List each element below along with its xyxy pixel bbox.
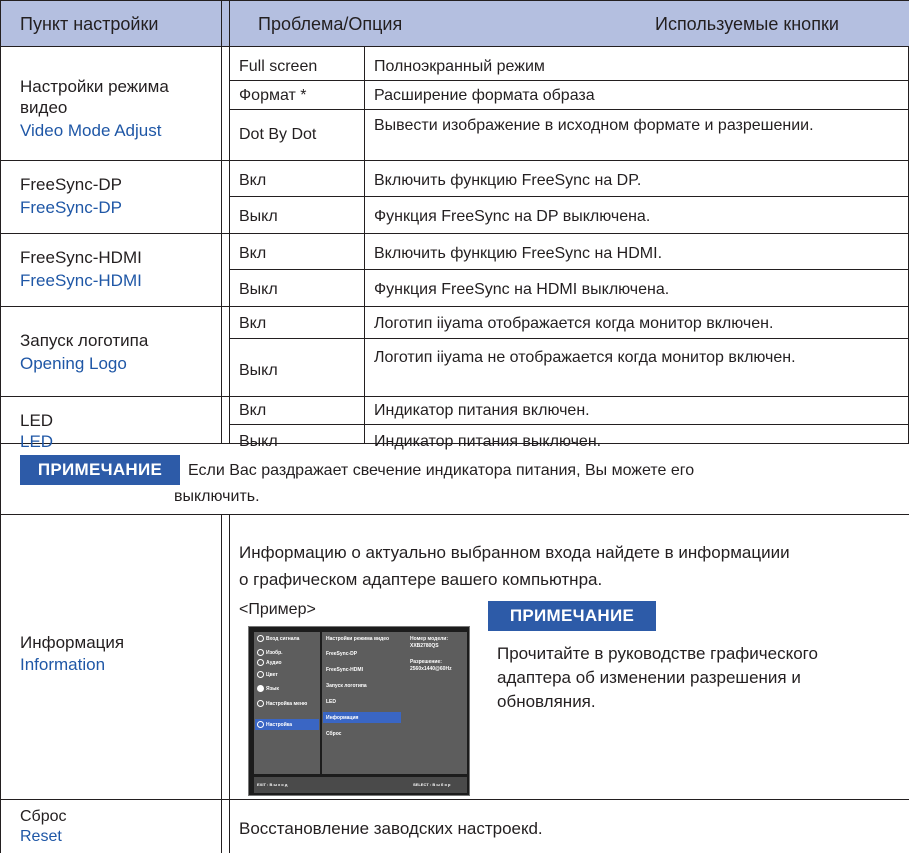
video-mode-title-en: Video Mode Adjust [20,121,162,140]
option-format: Формат * [239,87,307,104]
reset-title-ru: Сброс [20,808,67,825]
osd-resolution-value: 2560x1440@60Hz [410,666,452,672]
osd-sub-video-mode: Настройки режима видео [326,636,390,642]
logo-title-en: Opening Logo [20,354,127,373]
freesync-dp-title-ru: FreeSync-DP [20,175,123,194]
osd-language-icon [257,685,264,692]
osd-menu-input: Вход сигнала [266,636,300,642]
option-full-screen: Full screen [239,58,318,75]
info-desc-line1: Информацию о актуально выбранном входа н… [239,543,790,562]
osd-sub-reset: Сброс [326,731,342,737]
osd-select-hint: SELECT : В ы б о р [413,782,451,787]
osd-menu-color: Цвет [266,672,278,678]
osd-menu-audio: Аудио [266,660,282,666]
note-text-line2: выключить. [174,488,260,505]
option-freesync-hdmi-off: Выкл [239,281,278,298]
osd-sub-led: LED [326,699,336,705]
desc-logo-on: Логотип iiyama отображается когда монито… [374,315,774,332]
video-mode-title-ru: Настройки режима видео [20,77,169,117]
option-freesync-dp-off: Выкл [239,208,278,225]
info-note-line2: адаптера об изменении разрешения и [497,668,801,687]
header-problem-option: Проблема/Опция [258,14,403,34]
desc-led-off: Индикатор питания выключен. [374,433,602,450]
example-label: <Пример> [239,601,316,618]
osd-picture-icon [257,649,264,656]
option-logo-off: Выкл [239,362,278,379]
desc-led-on: Индикатор питания включен. [374,402,590,419]
desc-full-screen: Полноэкранный режим [374,58,545,75]
option-freesync-hdmi-on: Вкл [239,245,267,262]
header-buttons-used: Используемые кнопки [655,14,839,34]
reset-title-en: Reset [20,828,62,845]
option-led-on: Вкл [239,402,267,419]
led-title-en: LED [20,432,54,451]
option-separator [364,47,365,443]
info-title-en: Information [20,655,106,674]
osd-audio-icon [257,659,264,666]
osd-model-value: XXB2780QS [410,643,439,649]
option-dot-by-dot: Dot By Dot [239,126,317,143]
osd-menu-language: Язык [266,686,279,692]
osd-menu-picture: Изобр. [266,650,283,656]
osd-model-label: Номер модели: [410,636,449,642]
osd-example-image: Вход сигнала Изобр. Аудио Цвет Язык Наст… [248,626,470,796]
note-text-line1: Если Вас раздражает свечение индикатора … [188,462,695,479]
desc-format: Расширение формата образа [374,87,595,104]
osd-exit-hint: EXIT : В ы х о д [257,782,288,787]
freesync-hdmi-title-en: FreeSync-HDMI [20,271,142,290]
osd-sub-freesync-dp: FreeSync-DP [326,651,358,657]
option-freesync-dp-on: Вкл [239,172,267,189]
freesync-dp-title-en: FreeSync-DP [20,198,123,217]
note-badge: ПРИМЕЧАНИЕ [20,455,180,485]
desc-freesync-hdmi-off: Функция FreeSync на HDMI выключена. [374,281,670,298]
desc-dot-by-dot: Вывести изображение в исходном формате и… [374,117,814,134]
led-title-ru: LED [20,411,54,430]
freesync-hdmi-title-ru: FreeSync-HDMI [20,248,142,267]
osd-input-icon [257,635,264,642]
border-left [0,0,1,853]
desc-freesync-dp-off: Функция FreeSync на DP выключена. [374,208,651,225]
osd-sub-freesync-hdmi: FreeSync-HDMI [326,667,363,673]
desc-logo-off: Логотип iiyama не отображается когда мон… [374,349,796,366]
desc-freesync-hdmi-on: Включить функцию FreeSync на HDMI. [374,245,663,262]
osd-sub-logo: Запуск логотипа [326,683,367,689]
option-led-off: Выкл [239,433,278,450]
info-desc-line2: о графическом адаптере вашего компьютнра… [239,570,603,589]
info-note-line3: обновляния. [497,692,596,711]
osd-menu-settings-icon [257,700,264,707]
info-note-badge: ПРИМЕЧАНИЕ [488,601,656,631]
double-separator [221,0,222,443]
desc-freesync-dp-on: Включить функцию FreeSync на DP. [374,172,642,189]
osd-setup-icon [257,721,264,728]
header-settings-item: Пункт настройки [20,14,159,34]
reset-desc: Восстановление заводских настроекd. [239,819,543,838]
osd-menu-setup: Настройка [266,722,293,728]
info-note-line1: Прочитайте в руководстве графического [497,644,818,663]
option-logo-on: Вкл [239,315,267,332]
osd-menu-settings: Настройка меню [266,701,308,707]
osd-color-icon [257,671,264,678]
info-title-ru: Информация [20,633,125,652]
osd-sub-information: Информация [326,715,359,721]
logo-title-ru: Запуск логотипа [20,331,149,350]
osd-resolution-label: Разрешение: [410,659,442,665]
